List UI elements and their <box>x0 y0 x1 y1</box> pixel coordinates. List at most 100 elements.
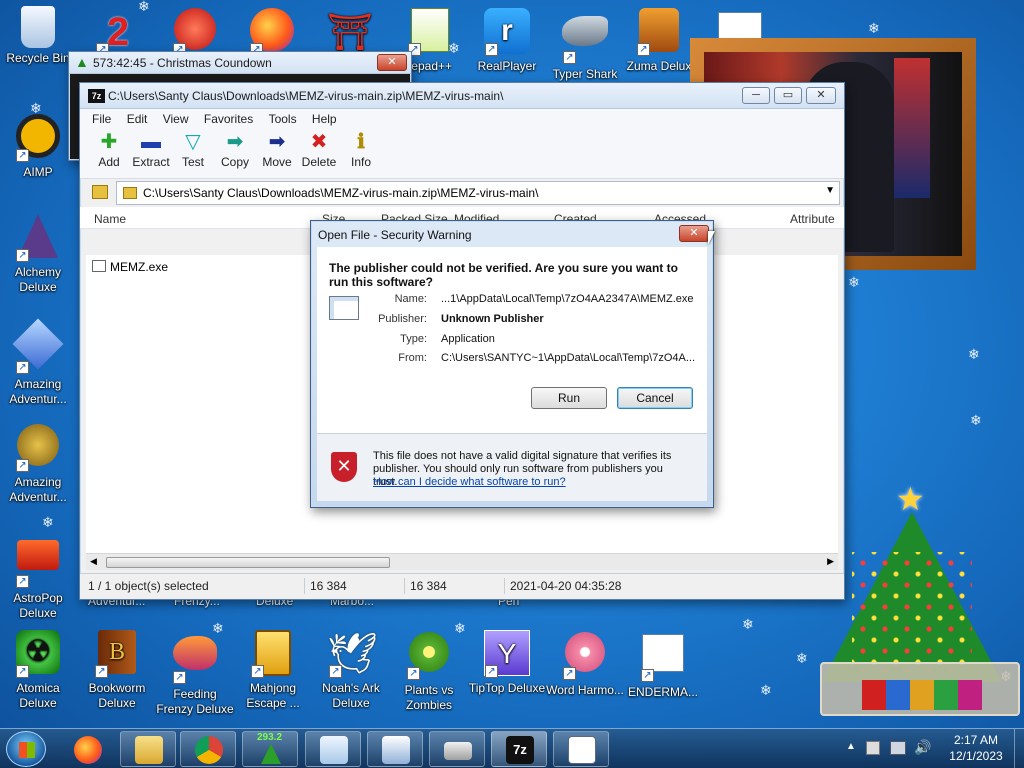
file-name-value: ...1\AppData\Local\Temp\7zO4AA2347A\MEMZ… <box>441 293 694 305</box>
taskbar-control-panel[interactable] <box>367 731 423 767</box>
from-label: From: <box>398 352 427 364</box>
recycle-bin-icon[interactable]: Recycle Bin <box>0 6 78 66</box>
menu-tools[interactable]: Tools <box>263 109 303 129</box>
address-path: C:\Users\Santy Claus\Downloads\MEMZ-viru… <box>143 186 539 200</box>
menu-view[interactable]: View <box>157 109 195 129</box>
minimize-icon[interactable]: ─ <box>742 87 770 104</box>
extract-button[interactable]: ▬ Extract <box>130 129 172 178</box>
publisher-label: Publisher: <box>378 313 427 325</box>
desktop-icon-label: ENDERMA... <box>627 685 698 699</box>
countdown-badge: 293.2 <box>257 732 283 743</box>
toolbar: ✚ Add ▬ Extract ▽ Test ➡ Copy ➡ Move ✖ D… <box>80 129 844 179</box>
network-icon[interactable] <box>890 741 906 755</box>
astropop-deluxe-icon[interactable]: ↗ AstroPop Deluxe <box>0 532 78 621</box>
test-button[interactable]: ▽ Test <box>172 129 214 178</box>
maximize-icon[interactable]: ▭ <box>774 87 802 104</box>
system-clock[interactable]: 2:17 AM 12/1/2023 <box>938 732 1014 764</box>
trash-can-icon <box>21 6 55 48</box>
menu-file[interactable]: File <box>86 109 117 129</box>
status-date: 2021-04-20 04:35:28 <box>510 579 622 593</box>
desktop-icon-label: tepad++ <box>407 59 453 73</box>
shortcut-arrow-icon: ↗ <box>251 665 264 678</box>
delete-x-icon: ✖ <box>310 131 328 153</box>
word-harmony-icon[interactable]: ↗ Word Harmo... <box>545 630 625 698</box>
taskbar: 293.2 7z ▲ 🔊 2:17 AM 12/1/2023 <box>0 728 1024 768</box>
feeding-frenzy-icon[interactable]: ↗ Feeding Frenzy Deluxe <box>155 630 235 717</box>
info-icon: ℹ <box>357 131 365 153</box>
aimp-icon[interactable]: ↗ AIMP <box>0 114 78 180</box>
christmas-tree-gadget[interactable]: ★ <box>812 481 1022 722</box>
close-icon[interactable]: ✕ <box>679 225 709 242</box>
cancel-button[interactable]: Cancel <box>617 387 693 409</box>
check-icon: ▽ <box>185 131 201 153</box>
tiptop-deluxe-icon[interactable]: Y ↗ TipTop Deluxe <box>467 630 547 696</box>
volume-icon[interactable]: 🔊 <box>914 739 931 756</box>
show-desktop-button[interactable] <box>1014 729 1024 768</box>
menu-favorites[interactable]: Favorites <box>198 109 259 129</box>
desktop-icon-label: Amazing Adventur... <box>9 475 67 504</box>
column-attribute[interactable]: Attribute <box>790 212 835 226</box>
up-folder-icon[interactable] <box>92 185 108 199</box>
help-link[interactable]: How can I decide what software to run? <box>373 476 566 488</box>
zuma-deluxe-icon[interactable]: ↗ Zuma Delux <box>619 8 699 74</box>
show-hidden-icons[interactable]: ▲ <box>846 741 856 752</box>
countdown-title: 573:42:45 - Christmas Coundown <box>93 56 272 70</box>
move-button[interactable]: ➡ Move <box>256 129 298 178</box>
start-button[interactable] <box>6 731 46 767</box>
desktop-icon-label: Feeding Frenzy Deluxe <box>156 687 234 716</box>
mahjong-escape-icon[interactable]: ↗ Mahjong Escape ... <box>233 630 313 711</box>
enderman-icon[interactable]: ↗ ENDERMA... <box>623 630 703 700</box>
file-name: MEMZ.exe <box>110 260 169 274</box>
desktop-icon-label: TipTop Deluxe <box>468 681 546 695</box>
taskbar-christmas-countdown[interactable]: 293.2 <box>242 731 298 767</box>
countdown-titlebar[interactable]: ▲ 573:42:45 - Christmas Coundown ✕ <box>69 52 411 74</box>
delete-button[interactable]: ✖ Delete <box>298 129 340 178</box>
menu-help[interactable]: Help <box>306 109 343 129</box>
window-title: C:\Users\Santy Claus\Downloads\MEMZ-viru… <box>108 89 504 103</box>
sevenzip-titlebar[interactable]: 7z C:\Users\Santy Claus\Downloads\MEMZ-v… <box>80 83 844 109</box>
realplayer-icon[interactable]: r ↗ RealPlayer <box>467 8 547 74</box>
taskbar-firefox[interactable] <box>59 731 115 767</box>
flag-tray-icon[interactable] <box>866 741 880 755</box>
taskbar-security-warning[interactable] <box>553 731 609 767</box>
desktop-icon-label: Alchemy Deluxe <box>14 265 61 294</box>
taskbar-explorer[interactable] <box>120 731 176 767</box>
menu-edit[interactable]: Edit <box>121 109 154 129</box>
shortcut-arrow-icon: ↗ <box>329 665 342 678</box>
taskbar-notes[interactable] <box>305 731 361 767</box>
alchemy-deluxe-icon[interactable]: ↗ Alchemy Deluxe <box>0 214 78 295</box>
plants-vs-zombies-icon[interactable]: ↗ Plants vs Zombies <box>389 630 469 713</box>
amazing-adventures-icon[interactable]: ↗ Amazing Adventur... <box>0 318 78 407</box>
shark-icon <box>562 16 608 46</box>
noahs-ark-icon[interactable]: 🕊 ↗ Noah's Ark Deluxe <box>311 630 391 711</box>
bookworm-deluxe-icon[interactable]: B ↗ Bookworm Deluxe <box>77 630 157 711</box>
plus-icon: ✚ <box>100 131 118 153</box>
column-name[interactable]: Name <box>94 212 126 226</box>
desktop-icon-label: Noah's Ark Deluxe <box>322 681 380 710</box>
publisher-value: Unknown Publisher <box>441 313 544 325</box>
taskbar-7zip[interactable]: 7z <box>491 731 547 767</box>
dialog-titlebar[interactable]: Open File - Security Warning ✕ <box>311 221 715 247</box>
info-button[interactable]: ℹ Info <box>340 129 382 178</box>
desktop-icon-label: AstroPop Deluxe <box>13 591 63 620</box>
firefox-icon <box>74 736 102 764</box>
chevron-down-icon[interactable]: ▼ <box>825 185 835 196</box>
folder-icon <box>123 187 137 199</box>
run-button[interactable]: Run <box>531 387 607 409</box>
add-button[interactable]: ✚ Add <box>88 129 130 178</box>
amazing-adventures-2-icon[interactable]: ↗ Amazing Adventur... <box>0 424 78 505</box>
atomica-deluxe-icon[interactable]: ☢ ↗ Atomica Deluxe <box>0 630 78 711</box>
copy-arrow-icon: ➡ <box>226 131 244 153</box>
scroll-thumb[interactable] <box>106 557 390 568</box>
horizontal-scrollbar[interactable]: ◀ ▶ <box>86 553 838 570</box>
shortcut-arrow-icon: ↗ <box>485 43 498 56</box>
copy-button[interactable]: ➡ Copy <box>214 129 256 178</box>
dialog-question: The publisher could not be verified. Are… <box>329 261 678 289</box>
close-icon[interactable]: ✕ <box>377 54 407 71</box>
close-icon[interactable]: ✕ <box>806 87 836 104</box>
scroll-left-icon[interactable]: ◀ <box>90 556 97 567</box>
taskbar-chrome[interactable] <box>180 731 236 767</box>
address-bar[interactable]: C:\Users\Santy Claus\Downloads\MEMZ-viru… <box>116 181 840 205</box>
taskbar-keyboard-app[interactable] <box>429 731 485 767</box>
security-warning-dialog[interactable]: Open File - Security Warning ✕ The publi… <box>310 220 715 508</box>
